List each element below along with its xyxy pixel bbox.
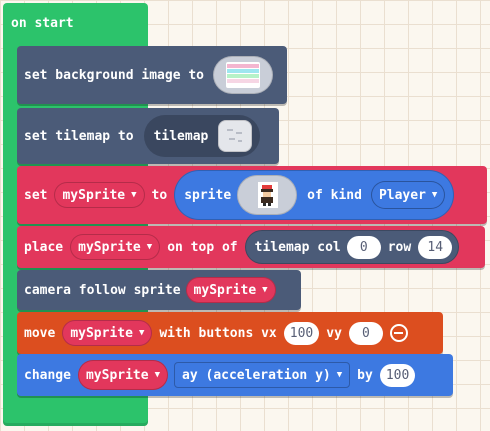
minus-circle-icon[interactable] <box>389 324 408 342</box>
col-input[interactable]: 0 <box>346 235 381 259</box>
chevron-down-icon: ▼ <box>138 328 145 338</box>
chevron-down-icon: ▼ <box>262 285 268 295</box>
of-kind-label: of kind <box>307 187 362 203</box>
to-label: to <box>151 187 168 203</box>
variable-name: mySprite <box>193 282 257 298</box>
with-buttons-vx-label: with buttons vx <box>159 325 277 341</box>
vx-input[interactable]: 100 <box>283 321 320 345</box>
set-background-image-block[interactable]: set background image to <box>17 46 287 104</box>
tilemap-dropdown-label: tilemap <box>153 128 209 144</box>
variable-name: mySprite <box>70 325 133 341</box>
sprite-label: sprite <box>184 187 232 203</box>
chevron-down-icon: ▼ <box>431 190 438 200</box>
property-value: ay (acceleration y) <box>182 367 331 383</box>
set-tilemap-label: set tilemap to <box>24 128 134 144</box>
tilemap-location-reporter[interactable]: tilemap col 0 row 14 <box>244 230 460 264</box>
move-with-buttons-block[interactable]: move mySprite ▼ with buttons vx 100 vy 0 <box>17 312 443 354</box>
place-label: place <box>24 239 64 255</box>
row-label: row <box>387 239 412 255</box>
camera-follow-label: camera follow sprite <box>24 282 181 298</box>
chevron-down-icon: ▼ <box>154 370 161 380</box>
sprite-variable-dropdown[interactable]: mySprite ▼ <box>54 182 145 208</box>
rainbow-gradient-image-icon[interactable] <box>213 56 274 94</box>
property-dropdown[interactable]: ay (acceleration y) ▼ <box>174 362 351 388</box>
create-sprite-reporter[interactable]: sprite of kind Player ▼ <box>174 170 455 220</box>
change-label: change <box>24 367 71 383</box>
chevron-down-icon: ▼ <box>146 242 153 252</box>
move-label: move <box>24 325 56 341</box>
tilemap-preview-icon <box>218 120 253 152</box>
chevron-down-icon: ▼ <box>336 370 343 380</box>
set-label: set <box>24 187 48 203</box>
sprite-kind-value: Player <box>378 187 426 203</box>
variable-name: mySprite <box>78 239 141 255</box>
tilemap-dropdown[interactable]: tilemap <box>143 115 261 157</box>
row-input[interactable]: 14 <box>418 235 453 259</box>
on-start-label: on start <box>11 16 74 31</box>
camera-follow-block[interactable]: camera follow sprite mySprite ▼ <box>17 270 301 310</box>
by-label: by <box>357 367 373 383</box>
vy-label: vy <box>326 325 342 341</box>
vy-input[interactable]: 0 <box>348 321 383 345</box>
change-property-block[interactable]: change mySprite ▼ ay (acceleration y) ▼ … <box>17 354 453 396</box>
set-tilemap-block[interactable]: set tilemap to tilemap <box>17 108 279 164</box>
player-sprite-icon[interactable] <box>237 175 298 215</box>
set-sprite-block[interactable]: set mySprite ▼ to sprite of kind Player … <box>17 166 487 224</box>
set-background-label: set background image to <box>24 67 205 83</box>
change-value-input[interactable]: 100 <box>379 363 416 387</box>
sprite-variable-dropdown[interactable]: mySprite ▼ <box>70 234 161 260</box>
variable-name: mySprite <box>85 367 149 383</box>
sprite-variable-dropdown[interactable]: mySprite ▼ <box>185 277 276 303</box>
tilemap-col-label: tilemap col <box>254 239 341 255</box>
on-top-of-label: on top of <box>167 239 238 255</box>
sprite-variable-dropdown[interactable]: mySprite ▼ <box>77 360 169 390</box>
sprite-variable-dropdown[interactable]: mySprite ▼ <box>62 320 153 346</box>
sprite-kind-dropdown[interactable]: Player ▼ <box>370 181 446 209</box>
chevron-down-icon: ▼ <box>131 190 137 200</box>
variable-name: mySprite <box>62 187 126 203</box>
place-on-tile-block[interactable]: place mySprite ▼ on top of tilemap col 0… <box>17 226 485 268</box>
